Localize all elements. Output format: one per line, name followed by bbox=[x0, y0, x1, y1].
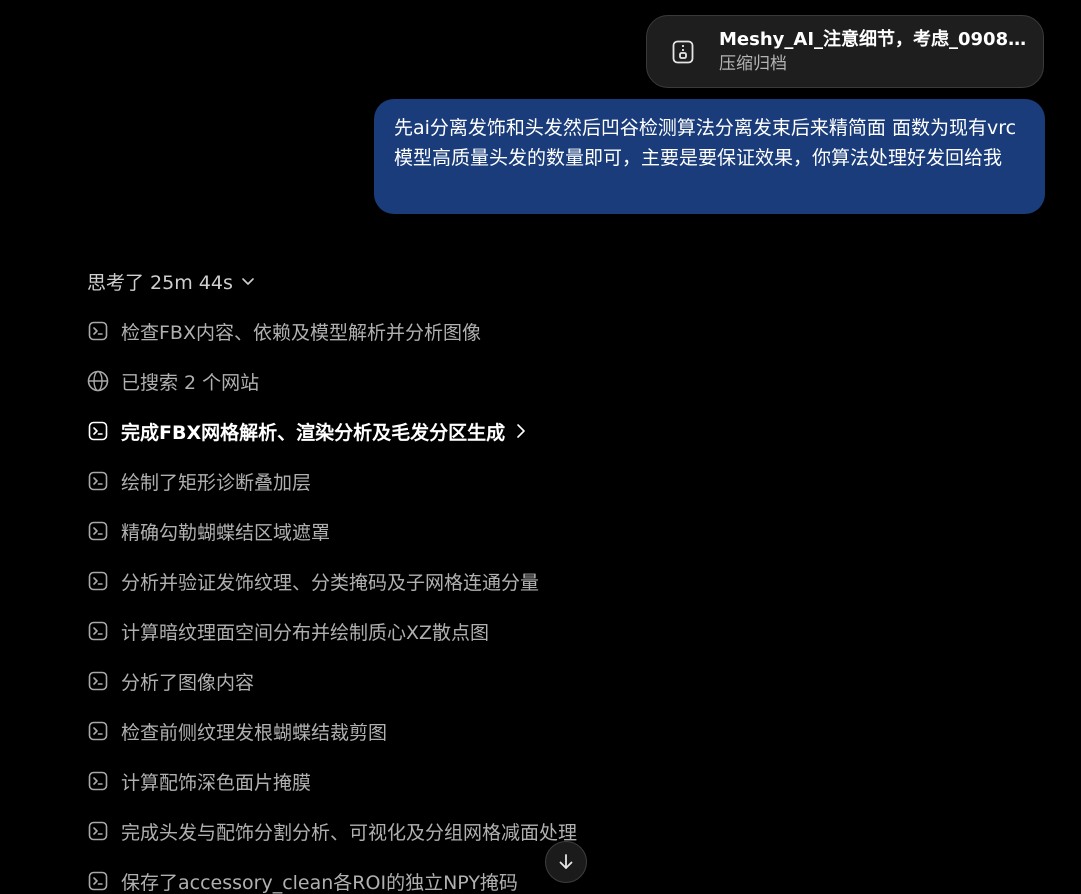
terminal-icon bbox=[87, 870, 109, 892]
step-item: 计算配饰深色面片掩膜 bbox=[87, 766, 311, 796]
attachment-text: Meshy_AI_注意细节，考虑_090803... 压缩归档 bbox=[719, 28, 1029, 75]
terminal-icon bbox=[87, 570, 109, 592]
step-item: 完成头发与配饰分割分析、可视化及分组网格减面处理 bbox=[87, 816, 577, 846]
step-item: 分析并验证发饰纹理、分类掩码及子网格连通分量 bbox=[87, 566, 539, 596]
step-label: 计算配饰深色面片掩膜 bbox=[121, 771, 312, 794]
terminal-icon bbox=[87, 820, 109, 842]
step-label: 分析并验证发饰纹理、分类掩码及子网格连通分量 bbox=[121, 571, 540, 594]
arrow-down-icon bbox=[556, 852, 576, 872]
step-label: 绘制了矩形诊断叠加层 bbox=[121, 471, 312, 494]
step-label: 分析了图像内容 bbox=[121, 671, 255, 694]
terminal-icon bbox=[87, 470, 109, 492]
terminal-icon bbox=[87, 670, 109, 692]
terminal-icon bbox=[87, 320, 109, 342]
step-item: 已搜索 2 个网站 bbox=[87, 366, 259, 396]
terminal-icon bbox=[87, 520, 109, 542]
step-label: 精确勾勒蝴蝶结区域遮罩 bbox=[121, 521, 331, 544]
step-item: 分析了图像内容 bbox=[87, 666, 254, 696]
scroll-down-button[interactable] bbox=[545, 841, 587, 883]
chevron-right-icon bbox=[515, 423, 527, 439]
archive-icon bbox=[669, 38, 697, 66]
attachment-card[interactable]: Meshy_AI_注意细节，考虑_090803... 压缩归档 bbox=[646, 15, 1044, 88]
thinking-label: 思考了 25m 44s bbox=[87, 271, 233, 294]
step-label: 检查前侧纹理发根蝴蝶结裁剪图 bbox=[121, 721, 388, 744]
step-label: 计算暗纹理面空间分布并绘制质心XZ散点图 bbox=[121, 621, 490, 644]
chat-page: Meshy_AI_注意细节，考虑_090803... 压缩归档 先ai分离发饰和… bbox=[0, 0, 1081, 894]
step-label: 完成FBX网格解析、渲染分析及毛发分区生成 bbox=[121, 421, 506, 444]
step-label: 完成头发与配饰分割分析、可视化及分组网格减面处理 bbox=[121, 821, 578, 844]
step-item: 精确勾勒蝴蝶结区域遮罩 bbox=[87, 516, 330, 546]
step-label: 已搜索 2 个网站 bbox=[121, 371, 260, 394]
step-item: 计算暗纹理面空间分布并绘制质心XZ散点图 bbox=[87, 616, 489, 646]
step-item-expandable[interactable]: 完成FBX网格解析、渲染分析及毛发分区生成 bbox=[87, 416, 527, 446]
step-item: 检查FBX内容、依赖及模型解析并分析图像 bbox=[87, 316, 481, 346]
step-label: 保存了accessory_clean各ROI的独立NPY掩码 bbox=[121, 871, 518, 894]
step-item: 检查前侧纹理发根蝴蝶结裁剪图 bbox=[87, 716, 387, 746]
attachment-name: Meshy_AI_注意细节，考虑_090803... bbox=[719, 29, 1029, 50]
terminal-icon bbox=[87, 770, 109, 792]
terminal-icon bbox=[87, 620, 109, 642]
step-item: 绘制了矩形诊断叠加层 bbox=[87, 466, 311, 496]
user-message-bubble: 先ai分离发饰和头发然后凹谷检测算法分离发束后来精简面 面数为现有vrc模型高质… bbox=[374, 99, 1045, 214]
step-label: 检查FBX内容、依赖及模型解析并分析图像 bbox=[121, 321, 481, 344]
terminal-icon bbox=[87, 420, 109, 442]
thinking-toggle[interactable]: 思考了 25m 44s bbox=[87, 267, 255, 295]
globe-icon bbox=[87, 370, 109, 392]
terminal-icon bbox=[87, 720, 109, 742]
step-item: 保存了accessory_clean各ROI的独立NPY掩码 bbox=[87, 866, 518, 894]
attachment-type: 压缩归档 bbox=[719, 54, 787, 74]
chevron-down-icon bbox=[241, 274, 255, 288]
